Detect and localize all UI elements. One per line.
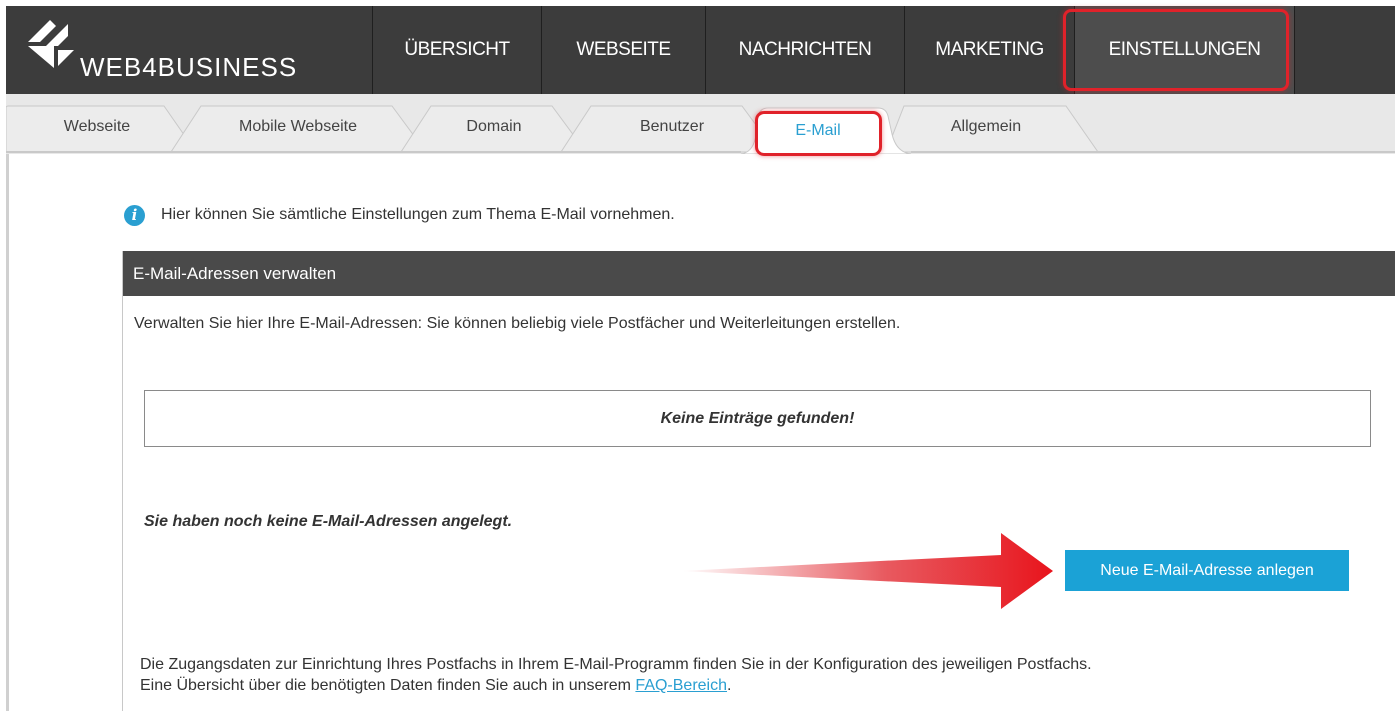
tab-allgemein[interactable]: Allgemein <box>951 118 1021 136</box>
no-addresses-message: Sie haben noch keine E-Mail-Adressen ang… <box>144 513 513 530</box>
brand-logo[interactable]: WEB4BUSINESS <box>6 6 373 94</box>
tab-domain[interactable]: Domain <box>466 118 521 136</box>
tab-benutzer[interactable]: Benutzer <box>640 118 704 136</box>
empty-list-message: Keine Einträge gefunden! <box>660 409 855 427</box>
logo-mark-icon <box>28 20 74 68</box>
tab-webseite[interactable]: Webseite <box>64 118 130 136</box>
red-arrow-icon <box>681 533 1053 609</box>
nav-item-webseite[interactable]: WEBSEITE <box>542 6 706 94</box>
nav-highlight-frame <box>1063 9 1289 91</box>
tab-highlight-frame <box>755 111 882 156</box>
info-hint: i Hier können Sie sämtliche Einstellunge… <box>124 203 675 227</box>
tab-mobile-webseite[interactable]: Mobile Webseite <box>239 118 357 136</box>
nav-item-uebersicht[interactable]: ÜBERSICHT <box>373 6 542 94</box>
nav-item-marketing[interactable]: MARKETING <box>905 6 1075 94</box>
sub-tab-strip: Webseite Mobile Webseite Domain Benutzer… <box>6 94 1395 154</box>
email-addresses-panel: E-Mail-Adressen verwalten Verwalten Sie … <box>122 251 1395 711</box>
content-left-border <box>6 154 9 711</box>
nav-item-nachrichten[interactable]: NACHRICHTEN <box>706 6 905 94</box>
logo-text: WEB4BUSINESS <box>80 52 298 82</box>
info-text: Hier können Sie sämtliche Einstellungen … <box>161 206 675 223</box>
footer-line-2-suffix: . <box>727 677 732 694</box>
new-email-address-button[interactable]: Neue E-Mail-Adresse anlegen <box>1065 550 1349 591</box>
panel-description: Verwalten Sie hier Ihre E-Mail-Adressen:… <box>134 315 901 332</box>
faq-link[interactable]: FAQ-Bereich <box>635 677 727 694</box>
footer-line-1: Die Zugangsdaten zur Einrichtung Ihres P… <box>140 656 1092 673</box>
empty-list-box: Keine Einträge gefunden! <box>144 390 1371 447</box>
footer-note: Die Zugangsdaten zur Einrichtung Ihres P… <box>140 654 1092 696</box>
info-icon: i <box>124 204 145 226</box>
panel-title: E-Mail-Adressen verwalten <box>123 251 1395 296</box>
footer-line-2: Eine Übersicht über die benötigten Daten… <box>140 675 1092 696</box>
footer-line-2-prefix: Eine Übersicht über die benötigten Daten… <box>140 677 636 694</box>
